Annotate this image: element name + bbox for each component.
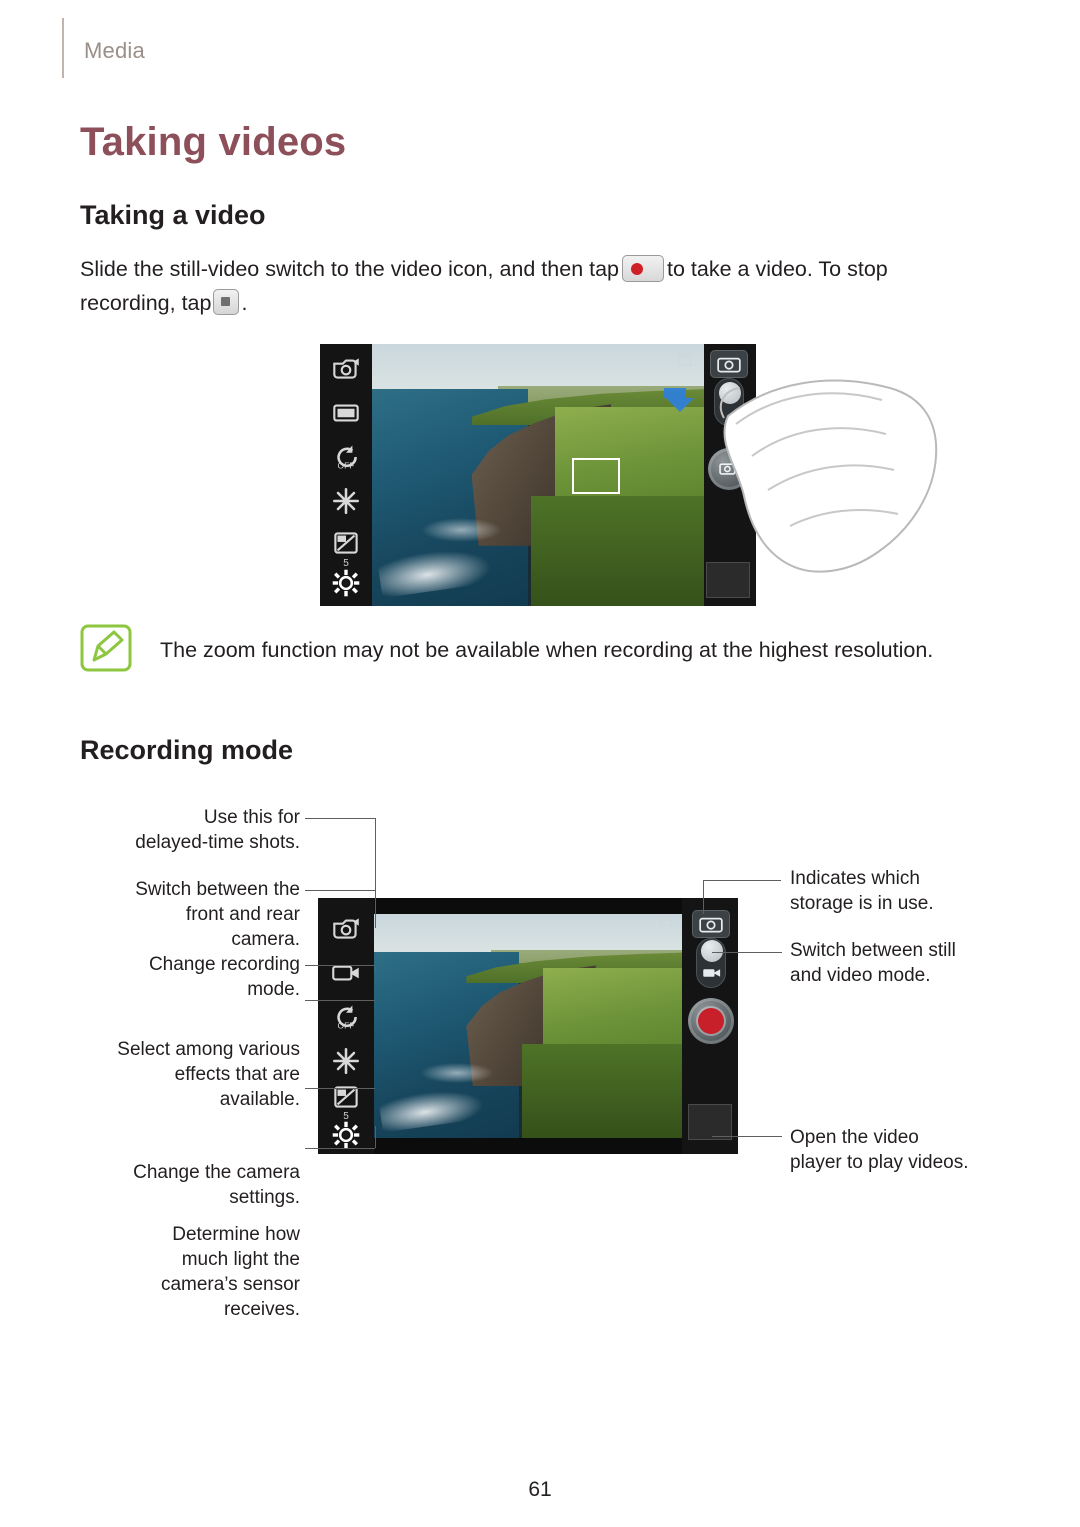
leader-line-5 xyxy=(305,1148,375,1149)
exposure-icon-2[interactable] xyxy=(329,1080,363,1114)
leader-line-3v xyxy=(375,965,376,973)
leader-line-4 xyxy=(305,1000,375,1001)
svg-text:OFF: OFF xyxy=(338,461,355,471)
effects-icon-2[interactable] xyxy=(329,1044,363,1078)
callout-camera-settings: Change the camera settings. xyxy=(133,1162,300,1208)
settings-icon[interactable] xyxy=(329,566,363,600)
focus-frame xyxy=(572,458,620,494)
video-mode-icon xyxy=(703,969,721,977)
gallery-thumbnail-2[interactable] xyxy=(688,1104,732,1140)
shooting-mode-icon[interactable] xyxy=(329,396,363,430)
section-heading-recording-mode: Recording mode xyxy=(80,735,294,765)
camera-viewport-2 xyxy=(374,914,682,1138)
settings-icon-2[interactable] xyxy=(329,1118,363,1152)
note-text: The zoom function may not be available w… xyxy=(160,638,934,662)
hand-illustration xyxy=(719,379,938,573)
effects-icon[interactable] xyxy=(329,484,363,518)
intro-paragraph: Slide the still-video switch to the vide… xyxy=(80,252,940,320)
flash-off-icon[interactable]: OFF xyxy=(329,440,363,474)
leader-line-r2 xyxy=(712,952,782,953)
scene-foreground-grass-2 xyxy=(521,1043,682,1138)
preview-scene-2 xyxy=(374,914,682,1138)
record-indicator xyxy=(698,1008,724,1034)
record-button[interactable] xyxy=(688,998,734,1044)
note-pencil-icon xyxy=(80,624,132,672)
page-title: Taking videos xyxy=(80,120,347,164)
section-heading-taking-a-video: Taking a video xyxy=(80,200,266,230)
camera-viewport xyxy=(372,344,704,606)
callout-effects: Select among various effects that are av… xyxy=(117,1039,300,1110)
callout-still-video-switch: Switch between still and video mode. xyxy=(790,940,956,986)
leader-line-r3 xyxy=(712,1136,782,1137)
recording-mode-icon[interactable] xyxy=(329,956,363,990)
storage-sd-icon xyxy=(678,354,692,366)
callout-timer: Use this for delayed-time shots. xyxy=(135,807,300,853)
callout-switch-camera: Switch between the front and rear camera… xyxy=(135,879,300,950)
callout-change-recording-mode: Change recording mode. xyxy=(148,954,300,1000)
callout-storage: Indicates which storage is in use. xyxy=(790,868,934,914)
preview-scene xyxy=(372,344,704,606)
exposure-icon[interactable] xyxy=(329,526,363,560)
stop-button-icon xyxy=(213,289,240,315)
paragraph-text-part2: to take a video. To stop xyxy=(667,257,888,281)
still-video-switch-knob-2[interactable] xyxy=(701,940,723,962)
paragraph-text-part1: Slide the still-video switch to the vide… xyxy=(80,257,620,281)
scene-surf-far xyxy=(418,516,505,544)
callout-video-player: Open the video player to play videos. xyxy=(790,1127,969,1173)
storage-sd-icon-2 xyxy=(660,915,672,927)
leader-line-5v xyxy=(375,1126,376,1148)
paragraph-text-part3: recording, tap xyxy=(80,291,212,315)
leader-line-2 xyxy=(305,890,375,891)
self-portrait-icon[interactable] xyxy=(329,352,363,386)
leader-line-r1v xyxy=(703,880,704,914)
leader-line-2v xyxy=(375,890,376,920)
svg-text:OFF: OFF xyxy=(338,1021,355,1031)
note-box: The zoom function may not be available w… xyxy=(80,622,980,700)
leader-line-1 xyxy=(305,818,375,819)
camera-preview-figure: OFF 5 xyxy=(320,344,938,606)
record-button-icon xyxy=(622,255,665,282)
self-portrait-icon-2[interactable] xyxy=(329,912,363,946)
still-mode-button-2[interactable] xyxy=(692,910,730,938)
drag-arrow-icon xyxy=(664,388,694,412)
paragraph-text-part4: . xyxy=(241,291,248,315)
scene-foreground-grass xyxy=(531,495,704,606)
leader-line-6 xyxy=(305,1088,375,1089)
recording-mode-figure: OFF 5 xyxy=(318,898,738,1154)
flash-off-icon-2[interactable]: OFF xyxy=(329,1000,363,1034)
page: Media Taking videos Taking a video Slide… xyxy=(0,0,1080,1527)
page-number: 61 xyxy=(528,1478,552,1501)
leader-line-3 xyxy=(305,965,375,966)
callout-exposure: Determine how much light the camera’s se… xyxy=(160,1224,300,1320)
breadcrumb: Media xyxy=(84,38,145,63)
leader-line-r1 xyxy=(703,880,781,881)
header-rule xyxy=(62,18,64,78)
